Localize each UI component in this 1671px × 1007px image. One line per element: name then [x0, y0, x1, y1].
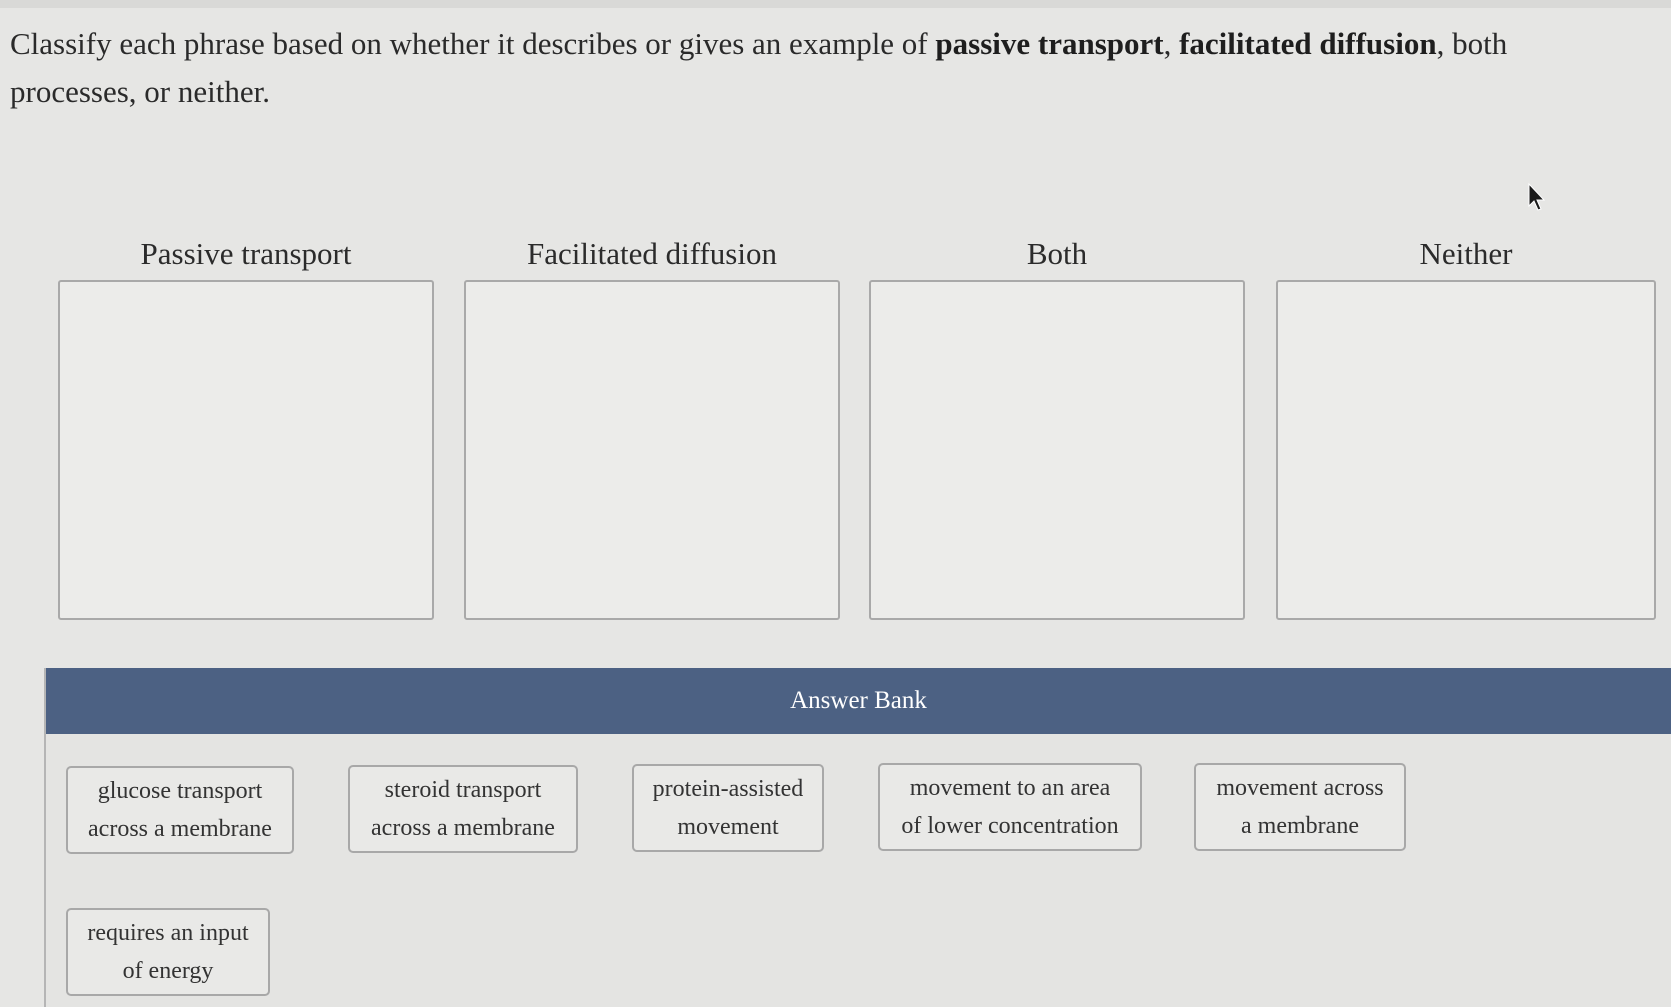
chip-line: movement across [1216, 775, 1384, 801]
drop-zone-both[interactable] [869, 280, 1245, 620]
chip-line: across a membrane [88, 816, 272, 842]
mouse-pointer-icon [1528, 182, 1546, 211]
bin-passive-transport: Passive transport [58, 234, 434, 620]
answer-chip-movement-across-membrane[interactable]: movement across a membrane [1194, 763, 1406, 851]
top-strip [0, 0, 1671, 8]
chip-line: movement to an area [909, 775, 1111, 801]
answer-chip-steroid-transport[interactable]: steroid transport across a membrane [348, 765, 578, 853]
prompt-term-passive-transport: passive transport [935, 26, 1164, 61]
bin-both: Both [869, 234, 1245, 620]
bin-facilitated-diffusion: Facilitated diffusion [464, 234, 840, 620]
prompt-text-before: Classify each phrase based on whether it… [10, 26, 936, 61]
chip-line: across a membrane [371, 815, 555, 841]
chip-line: requires an input [87, 920, 249, 946]
bin-label: Both [1026, 236, 1088, 271]
prompt-separator: , [1163, 26, 1180, 61]
drop-zone-passive-transport[interactable] [58, 280, 434, 620]
question-prompt: Classify each phrase based on whether it… [10, 20, 1620, 116]
chip-line: of lower concentration [901, 813, 1119, 839]
answer-bank-header: Answer Bank [46, 668, 1671, 734]
drop-zone-facilitated-diffusion[interactable] [464, 280, 840, 620]
chip-line: protein-assisted [652, 776, 804, 802]
bin-label: Passive transport [140, 236, 352, 271]
answer-chip-protein-assisted-movement[interactable]: protein-assisted movement [632, 764, 824, 852]
bin-label: Facilitated diffusion [527, 236, 777, 271]
bin-label: Neither [1419, 236, 1513, 271]
answer-chip-glucose-transport[interactable]: glucose transport across a membrane [66, 766, 294, 854]
answer-chip-requires-energy[interactable]: requires an input of energy [66, 908, 270, 996]
chip-line: of energy [122, 958, 214, 984]
bin-neither: Neither [1276, 234, 1656, 620]
answer-bank: Answer Bank glucose transport across a m… [44, 668, 1671, 1007]
drop-zone-neither[interactable] [1276, 280, 1656, 620]
chip-line: glucose transport [97, 778, 263, 804]
chip-line: steroid transport [384, 777, 542, 803]
prompt-term-facilitated-diffusion: facilitated diffusion [1179, 26, 1437, 61]
chip-line: a membrane [1241, 813, 1359, 839]
chip-line: movement [677, 814, 779, 840]
answer-chip-movement-lower-concentration[interactable]: movement to an area of lower concentrati… [878, 763, 1142, 851]
